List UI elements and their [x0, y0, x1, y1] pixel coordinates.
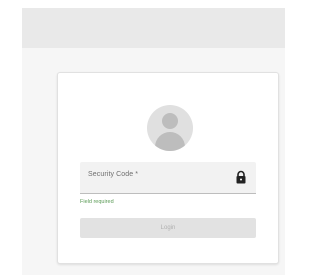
security-code-field[interactable]: Security Code * [80, 162, 256, 194]
field-required-message: Field required [80, 199, 114, 205]
person-icon [147, 105, 193, 151]
security-code-label: Security Code * [88, 171, 139, 178]
login-card: Security Code * Field required Login [57, 72, 279, 264]
avatar-body [155, 132, 185, 151]
avatar-head [162, 113, 178, 129]
top-bar [22, 8, 285, 48]
page-background: Security Code * Field required Login [22, 8, 285, 275]
login-button[interactable]: Login [80, 218, 256, 238]
lock-icon [236, 170, 246, 184]
